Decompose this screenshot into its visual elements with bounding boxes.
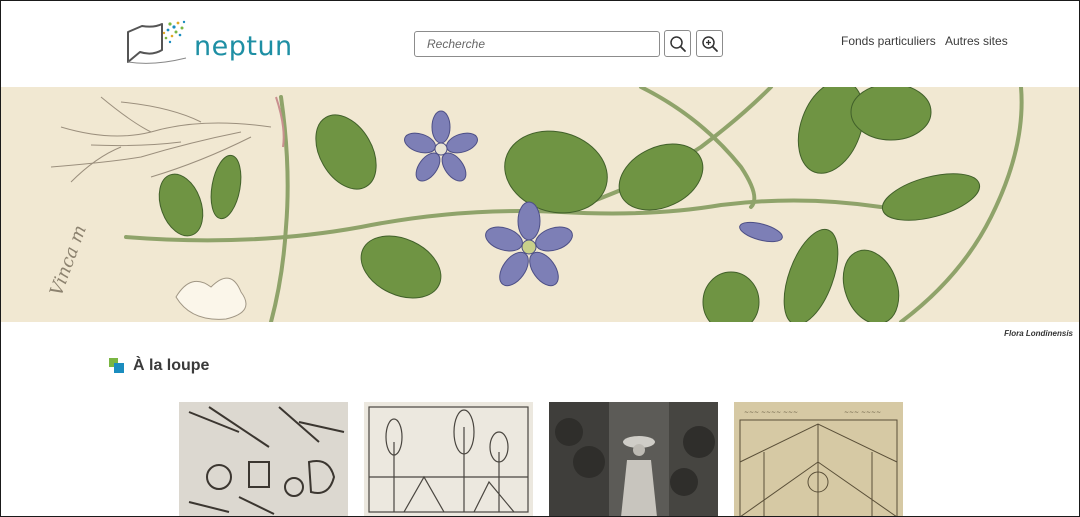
svg-text:~~~ ~~~~: ~~~ ~~~~ (844, 409, 881, 416)
section-title: À la loupe (133, 357, 210, 374)
hero-caption: Flora Londinensis (1004, 329, 1073, 338)
search-button[interactable] (664, 30, 691, 57)
botanical-illustration: Vinca m (46, 87, 1024, 322)
logo-emblem-icon (127, 20, 187, 64)
site-header: neptun Fonds particuliers Autres sites (1, 1, 1079, 87)
thumbnail-card[interactable] (549, 402, 718, 516)
svg-text:~~~ ~~~~ ~~~: ~~~ ~~~~ ~~~ (744, 409, 798, 416)
nav-link-fonds-particuliers[interactable]: Fonds particuliers (841, 34, 936, 48)
engraving-garden-image (364, 402, 533, 516)
nav-link-autres-sites[interactable]: Autres sites (945, 34, 1008, 48)
section-marker-icon (109, 358, 124, 373)
site-logo[interactable]: neptun (124, 18, 294, 68)
advanced-search-button[interactable] (696, 30, 723, 57)
search-icon (669, 35, 686, 52)
engraving-garden-plan-image: ~~~ ~~~~ ~~~ ~~~ ~~~~ (734, 402, 903, 516)
thumbnail-card[interactable] (364, 402, 533, 516)
latin-script-decoration: Vinca m (46, 222, 91, 298)
thumbnail-card[interactable]: ~~~ ~~~~ ~~~ ~~~ ~~~~ (734, 402, 903, 516)
logo-text: neptun (194, 31, 293, 62)
thumbnail-card[interactable] (179, 402, 348, 516)
search-input[interactable] (414, 31, 660, 57)
photo-woman-garden-image (549, 402, 718, 516)
hero-banner: Vinca m (1, 87, 1079, 322)
page: neptun Fonds particuliers Autres sites (0, 0, 1080, 517)
engraving-tools-image (179, 402, 348, 516)
zoom-plus-icon (701, 35, 718, 52)
